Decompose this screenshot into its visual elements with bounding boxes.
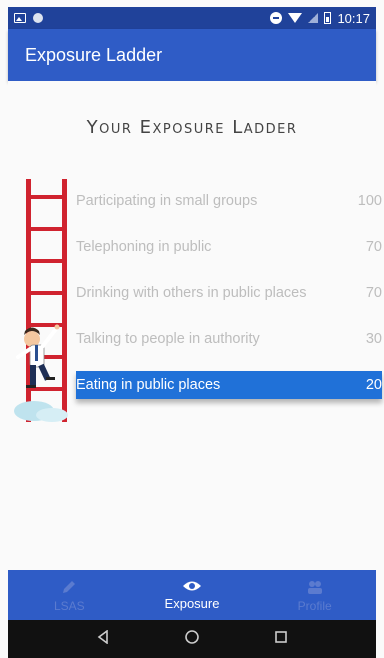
- step-score: 30: [365, 331, 382, 347]
- status-time: 10:17: [337, 10, 370, 26]
- step-score: 100: [357, 193, 382, 209]
- nav-tab-lsas[interactable]: LSAS: [8, 570, 131, 620]
- step-score: 70: [365, 239, 382, 255]
- do-not-disturb-icon: [270, 12, 283, 24]
- app-bar: Exposure Ladder: [8, 29, 376, 81]
- home-icon[interactable]: [185, 629, 199, 649]
- notification-dot-icon: [33, 13, 43, 23]
- status-bar: 10:17: [8, 7, 376, 29]
- page-title: Your Exposure Ladder: [86, 117, 298, 138]
- step-score: 20: [365, 377, 382, 393]
- step-label: Telephoning in public: [76, 239, 212, 255]
- main-content: Your Exposure Ladder Participating in sm…: [8, 81, 382, 570]
- app-title: Exposure Ladder: [25, 44, 163, 65]
- nav-label: LSAS: [53, 598, 85, 613]
- ladder-step-current[interactable]: Eating in public places 20: [76, 371, 382, 399]
- pencil-icon: [60, 578, 78, 596]
- step-label: Talking to people in authority: [76, 331, 260, 347]
- profile-icon: [306, 578, 324, 596]
- wifi-icon: [288, 13, 303, 23]
- ladder-step[interactable]: Telephoning in public 70: [76, 233, 382, 261]
- step-score: 70: [365, 285, 382, 301]
- nav-tab-exposure[interactable]: Exposure: [131, 570, 254, 620]
- eye-icon: [182, 579, 202, 593]
- ladder-step[interactable]: Drinking with others in public places 70: [76, 279, 382, 307]
- step-label: Drinking with others in public places: [76, 285, 307, 301]
- ladder-step[interactable]: Participating in small groups 100: [76, 187, 382, 215]
- step-label: Participating in small groups: [76, 193, 258, 209]
- back-icon[interactable]: [96, 628, 110, 649]
- recents-icon[interactable]: [274, 630, 288, 649]
- ladder-step[interactable]: Talking to people in authority 30: [76, 325, 382, 353]
- signal-icon: [308, 13, 319, 23]
- battery-icon: [324, 12, 332, 24]
- system-navigation-bar: [8, 620, 376, 658]
- nav-label: Profile: [297, 598, 332, 613]
- nav-tab-profile[interactable]: Profile: [253, 570, 376, 620]
- nav-label: Exposure: [164, 596, 220, 611]
- exposure-ladder-list: Participating in small groups 100 Teleph…: [76, 187, 382, 417]
- step-label: Eating in public places: [76, 377, 221, 393]
- ladder-climber-illustration: [14, 179, 68, 422]
- bottom-navigation: LSAS Exposure Profile: [8, 570, 376, 620]
- image-notification-icon: [14, 13, 26, 23]
